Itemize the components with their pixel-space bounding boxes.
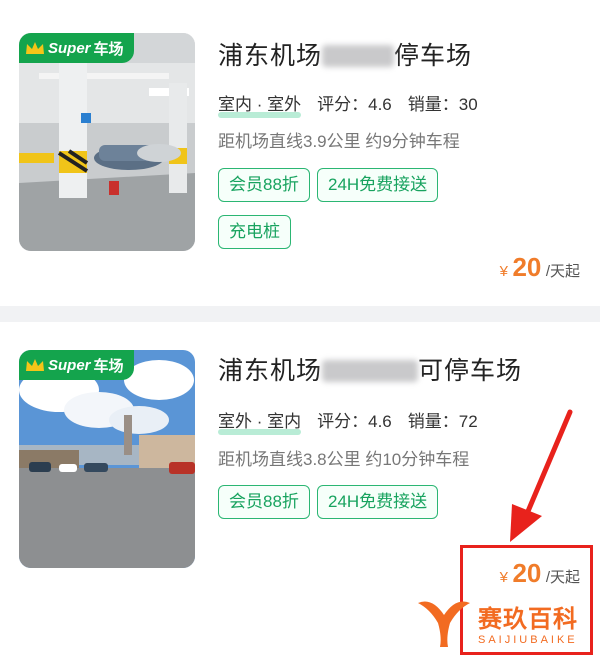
tag-charging-pile: 充电桩 xyxy=(218,215,291,249)
tag-member-discount: 会员88折 xyxy=(218,168,310,202)
location-type: 室内 · 室外 xyxy=(218,95,302,114)
location-type: 室外 · 室内 xyxy=(218,412,302,431)
super-parking-badge: Super 车场 xyxy=(19,33,134,63)
listing-title[interactable]: 浦东机场 停车场 xyxy=(218,36,472,72)
rating: 评分：4.6 xyxy=(317,412,392,431)
distance-info: 距机场直线3.9公里 约9分钟车程 xyxy=(218,132,460,151)
title-suffix: 停车场 xyxy=(394,42,473,70)
tag-free-shuttle: 24H免费接送 xyxy=(317,485,439,519)
price-amount: 20 xyxy=(512,252,542,282)
whale-tail-logo-icon xyxy=(418,601,470,647)
blurred-name xyxy=(322,360,419,382)
listing-stats: 室内 · 室外 评分：4.6 销量：30 xyxy=(218,90,478,115)
tag-member-discount: 会员88折 xyxy=(218,485,310,519)
parking-photo-outdoor[interactable]: Super 车场 xyxy=(19,350,195,568)
rating: 评分：4.6 xyxy=(317,95,392,114)
parking-listing-card[interactable]: Super 车场 浦东机场 停车场 室内 · 室外 评分：4.6 销量：30 距机… xyxy=(0,0,600,306)
sales-count: 销量：30 xyxy=(407,95,478,114)
crown-icon xyxy=(26,359,44,371)
distance-info: 距机场直线3.8公里 约10分钟车程 xyxy=(218,450,470,469)
price-unit: /天起 xyxy=(545,263,580,280)
listing-title[interactable]: 浦东机场 可停车场 xyxy=(218,351,522,387)
title-prefix: 浦东机场 xyxy=(218,357,323,385)
garage-photo xyxy=(19,33,195,251)
outdoor-lot-photo xyxy=(19,350,195,568)
badge-brand: Super xyxy=(48,39,91,57)
watermark-en: SAIJIUBAIKE xyxy=(478,633,578,646)
badge-brand-cn: 车场 xyxy=(93,40,124,58)
super-parking-badge: Super 车场 xyxy=(19,350,134,380)
watermark-cn: 赛玖百科 xyxy=(478,605,578,633)
badge-brand: Super xyxy=(48,356,91,374)
title-prefix: 浦东机场 xyxy=(218,42,323,70)
sales-count: 销量：72 xyxy=(407,412,478,431)
parking-photo-indoor[interactable]: Super 车场 xyxy=(19,33,195,251)
listing-stats: 室外 · 室内 评分：4.6 销量：72 xyxy=(218,407,478,432)
price: ¥ 20 /天起 xyxy=(500,252,580,283)
price-currency: ¥ xyxy=(499,263,508,280)
blurred-name xyxy=(322,45,395,67)
tag-free-shuttle: 24H免费接送 xyxy=(317,168,439,202)
red-arrow-annotation xyxy=(510,409,573,542)
title-suffix: 可停车场 xyxy=(418,357,523,385)
badge-brand-cn: 车场 xyxy=(93,357,124,375)
watermark: 赛玖百科 SAIJIUBAIKE xyxy=(414,590,596,654)
crown-icon xyxy=(26,42,44,54)
